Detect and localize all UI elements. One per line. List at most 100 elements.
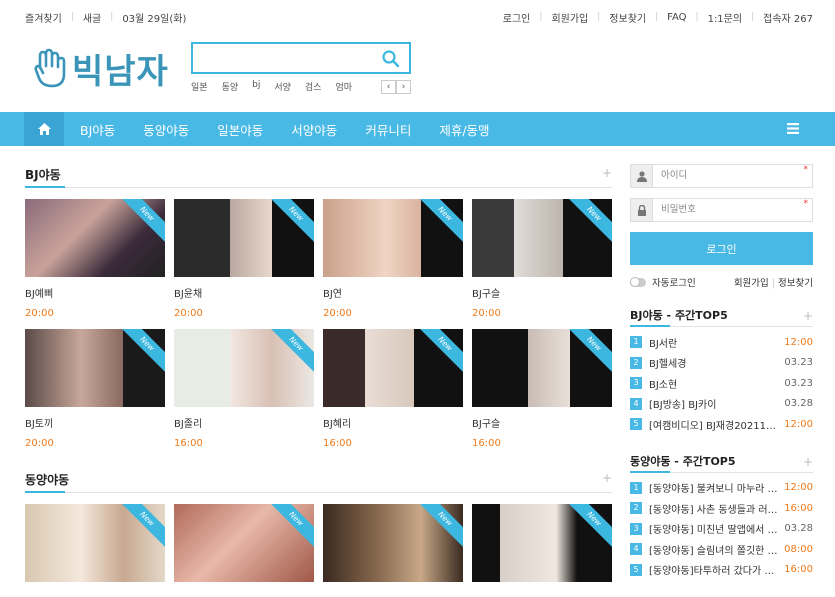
nav-item-bj[interactable]: BJ야동 bbox=[80, 120, 115, 139]
rank-item[interactable]: 4 [동양야동] 슬림녀의 쫄깃한 … 08:00 bbox=[630, 539, 813, 560]
video-thumbnail[interactable]: New bbox=[472, 329, 612, 407]
tag-link[interactable]: 검스 bbox=[305, 80, 322, 93]
video-card[interactable]: New BJ혜리 16:00 bbox=[323, 329, 463, 449]
video-title[interactable]: BJ윤채 bbox=[174, 285, 314, 300]
nav-item-western[interactable]: 서양야동 bbox=[291, 120, 337, 139]
rank-time: 03.23 bbox=[784, 357, 813, 369]
id-field[interactable]: 아이디 * bbox=[630, 164, 813, 188]
rank-item[interactable]: 2 [동양야동] 사촌 동생들과 러… 16:00 bbox=[630, 498, 813, 519]
lock-icon bbox=[631, 199, 653, 221]
more-icon[interactable]: + bbox=[602, 471, 612, 485]
rank-item[interactable]: 2 BJ헬세경 03.23 bbox=[630, 353, 813, 374]
rank-title[interactable]: [여캠비디오] BJ재경20211… bbox=[649, 417, 778, 432]
new-posts-link[interactable]: 새글 bbox=[83, 10, 101, 25]
password-field[interactable]: 비밀번호 * bbox=[630, 198, 813, 222]
rank-title[interactable]: [동양야동]타투하러 갔다가 … bbox=[649, 562, 778, 577]
tag-link[interactable]: 엄마 bbox=[335, 80, 352, 93]
rank-item[interactable]: 4 [BJ방송] BJ카이 03.28 bbox=[630, 394, 813, 415]
rank-title[interactable]: BJ소현 bbox=[649, 376, 778, 391]
find-info-link[interactable]: 정보찾기 bbox=[609, 10, 646, 25]
new-badge: New bbox=[411, 504, 463, 553]
more-icon[interactable]: + bbox=[803, 309, 813, 323]
video-thumbnail[interactable]: New bbox=[174, 329, 314, 407]
login-link[interactable]: 로그인 bbox=[503, 10, 531, 25]
video-thumbnail[interactable]: New bbox=[25, 504, 165, 582]
faq-link[interactable]: FAQ bbox=[667, 12, 686, 23]
video-title[interactable]: BJ예삐 bbox=[25, 285, 165, 300]
rank-title[interactable]: [동양야동] 미친년 딸앱에서 … bbox=[649, 521, 778, 536]
video-card[interactable]: New BJ구슬 20:00 bbox=[472, 199, 612, 319]
nav-item-japan[interactable]: 일본야동 bbox=[217, 120, 263, 139]
video-title[interactable]: BJ연 bbox=[323, 285, 463, 300]
video-card[interactable]: New bbox=[174, 504, 314, 582]
search-box[interactable] bbox=[191, 42, 411, 74]
nav-item-asian[interactable]: 동양야동 bbox=[143, 120, 189, 139]
section-title: BJ야동 bbox=[25, 168, 61, 182]
video-title[interactable]: BJ졸리 bbox=[174, 415, 314, 430]
rank-title[interactable]: [BJ방송] BJ카이 bbox=[649, 396, 778, 411]
video-card[interactable]: New BJ구슬 16:00 bbox=[472, 329, 612, 449]
rank-title[interactable]: BJ서란 bbox=[649, 335, 778, 350]
section-title: 동양야동 bbox=[25, 473, 70, 487]
video-title[interactable]: BJ혜리 bbox=[323, 415, 463, 430]
visitor-count: 접속자 267 bbox=[763, 13, 813, 25]
search-icon[interactable] bbox=[381, 49, 401, 69]
rank-title[interactable]: BJ헬세경 bbox=[649, 355, 778, 370]
join-link[interactable]: 회원가입 bbox=[734, 278, 769, 289]
rank-time: 16:00 bbox=[784, 502, 813, 514]
video-time: 16:00 bbox=[323, 438, 352, 449]
site-logo[interactable]: 빅남자 bbox=[34, 44, 169, 93]
video-title[interactable]: BJ구슬 bbox=[472, 415, 612, 430]
qna-link[interactable]: 1:1문의 bbox=[708, 10, 743, 25]
rank-item[interactable]: 3 BJ소현 03.23 bbox=[630, 373, 813, 394]
nav-item-partner[interactable]: 제휴/동맹 bbox=[439, 120, 489, 139]
bookmark-link[interactable]: 즐겨찾기 bbox=[25, 10, 62, 25]
video-thumbnail[interactable]: New bbox=[25, 329, 165, 407]
video-thumbnail[interactable]: New bbox=[174, 199, 314, 277]
rank-item[interactable]: 1 [동양야동] 불켜보니 마누라 … 12:00 bbox=[630, 478, 813, 499]
auto-login-toggle[interactable]: 자동로그인 bbox=[630, 275, 696, 289]
rank-number: 3 bbox=[630, 522, 642, 535]
prev-icon[interactable]: ‹ bbox=[381, 80, 396, 94]
video-thumbnail[interactable]: New bbox=[323, 504, 463, 582]
join-link[interactable]: 회원가입 bbox=[551, 10, 588, 25]
video-title[interactable]: BJ구슬 bbox=[472, 285, 612, 300]
next-icon[interactable]: › bbox=[396, 80, 411, 94]
rank-item[interactable]: 1 BJ서란 12:00 bbox=[630, 332, 813, 353]
tag-link[interactable]: bj bbox=[252, 80, 260, 93]
nav-item-community[interactable]: 커뮤니티 bbox=[365, 120, 411, 139]
video-card[interactable]: New bbox=[323, 504, 463, 582]
video-thumbnail[interactable]: New bbox=[472, 199, 612, 277]
video-card[interactable]: New bbox=[472, 504, 612, 582]
tag-link[interactable]: 동양 bbox=[222, 80, 239, 93]
video-thumbnail[interactable]: New bbox=[323, 199, 463, 277]
hamburger-menu-icon[interactable] bbox=[787, 123, 799, 134]
rank-item[interactable]: 5 [여캠비디오] BJ재경20211… 12:00 bbox=[630, 414, 813, 435]
video-card[interactable]: New BJ연 20:00 bbox=[323, 199, 463, 319]
rank-item[interactable]: 5 [동양야동]타투하러 갔다가 … 16:00 bbox=[630, 560, 813, 581]
video-card[interactable]: New BJ예삐 20:00 bbox=[25, 199, 165, 319]
rank-title[interactable]: [동양야동] 불켜보니 마누라 … bbox=[649, 480, 778, 495]
video-thumbnail[interactable]: New bbox=[323, 329, 463, 407]
toggle-switch[interactable] bbox=[630, 276, 646, 287]
tag-link[interactable]: 서양 bbox=[274, 80, 291, 93]
more-icon[interactable]: + bbox=[803, 455, 813, 469]
header: 빅남자 일본 동양 bj 서양 검스 엄마 ‹ › bbox=[0, 34, 835, 112]
login-button[interactable]: 로그인 bbox=[630, 232, 813, 265]
video-title[interactable]: BJ토끼 bbox=[25, 415, 165, 430]
tag-link[interactable]: 일본 bbox=[191, 80, 208, 93]
video-card[interactable]: New BJ윤채 20:00 bbox=[174, 199, 314, 319]
rank-title[interactable]: [동양야동] 슬림녀의 쫄깃한 … bbox=[649, 542, 778, 557]
more-icon[interactable]: + bbox=[602, 166, 612, 180]
video-card[interactable]: New BJ토끼 20:00 bbox=[25, 329, 165, 449]
home-button[interactable] bbox=[24, 112, 64, 146]
video-thumbnail[interactable]: New bbox=[25, 199, 165, 277]
rank-title[interactable]: [동양야동] 사촌 동생들과 러… bbox=[649, 501, 778, 516]
video-card[interactable]: New bbox=[25, 504, 165, 582]
find-link[interactable]: 정보찾기 bbox=[778, 278, 813, 289]
video-thumbnail[interactable]: New bbox=[174, 504, 314, 582]
video-thumbnail[interactable]: New bbox=[472, 504, 612, 582]
rank-item[interactable]: 3 [동양야동] 미친년 딸앱에서 … 03.28 bbox=[630, 519, 813, 540]
video-card[interactable]: New BJ졸리 16:00 bbox=[174, 329, 314, 449]
quick-tags: 일본 동양 bj 서양 검스 엄마 bbox=[191, 80, 366, 93]
